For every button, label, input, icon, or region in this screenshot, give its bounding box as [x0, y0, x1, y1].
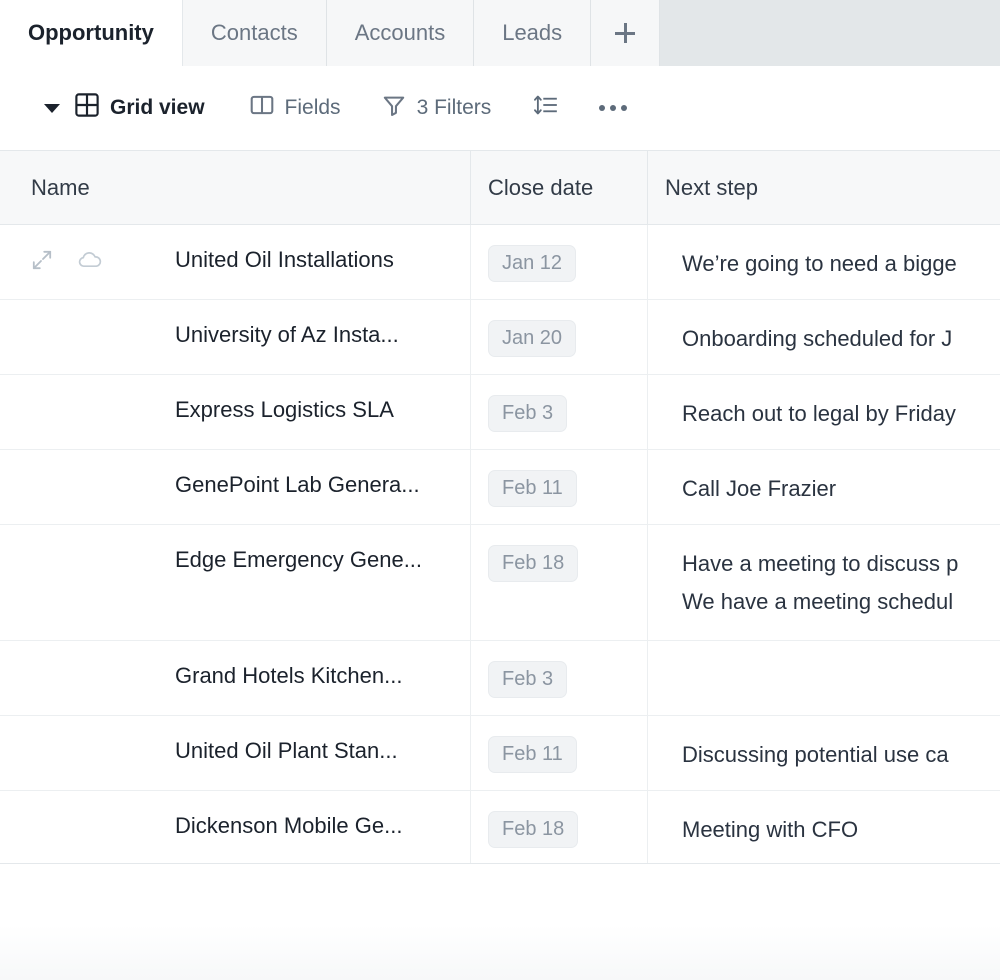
cell-next-step[interactable]: We’re going to need a bigge [648, 225, 1000, 299]
more-options-button[interactable] [599, 88, 627, 128]
date-pill[interactable]: Feb 3 [488, 395, 567, 432]
cell-name[interactable]: Grand Hotels Kitchen... [0, 641, 471, 715]
grid-header-row: Name Close date Next step [0, 150, 1000, 225]
cell-close-date[interactable]: Feb 18 [471, 791, 648, 865]
funnel-icon [381, 92, 407, 124]
date-pill[interactable]: Jan 12 [488, 245, 576, 282]
columns-icon [249, 92, 275, 124]
tab-label: Opportunity [28, 20, 154, 46]
cloud-icon[interactable] [76, 246, 104, 279]
fields-label: Fields [285, 96, 341, 120]
opportunity-name: Grand Hotels Kitchen... [175, 661, 402, 691]
tab-leads[interactable]: Leads [474, 0, 591, 66]
ellipsis-icon [599, 105, 627, 111]
cell-name[interactable]: Edge Emergency Gene... [0, 525, 471, 640]
next-step-text: Meeting with CFO [665, 811, 858, 849]
tab-accounts[interactable]: Accounts [327, 0, 475, 66]
opportunity-name: University of Az Insta... [175, 320, 399, 350]
tab-label: Accounts [355, 20, 446, 46]
filters-button[interactable]: 3 Filters [381, 88, 492, 128]
cell-name[interactable]: United Oil Plant Stan... [0, 716, 471, 790]
date-pill[interactable]: Feb 3 [488, 661, 567, 698]
cell-next-step[interactable]: Meeting with CFO [648, 791, 1000, 865]
row-actions [30, 246, 104, 279]
cell-close-date[interactable]: Jan 12 [471, 225, 648, 299]
cell-next-step[interactable]: Have a meeting to discuss p We have a me… [648, 525, 1000, 640]
column-header-next-step[interactable]: Next step [648, 151, 1000, 224]
cell-next-step[interactable] [648, 641, 1000, 715]
tab-label: Contacts [211, 20, 298, 46]
grid-view-button[interactable]: Grid view [44, 88, 205, 128]
column-header-label: Name [31, 175, 90, 201]
cell-next-step[interactable]: Call Joe Frazier [648, 450, 1000, 524]
cell-close-date[interactable]: Feb 11 [471, 716, 648, 790]
table-row[interactable]: University of Az Insta... Jan 20 Onboard… [0, 300, 1000, 375]
opportunity-name: Dickenson Mobile Ge... [175, 811, 402, 841]
cell-next-step[interactable]: Reach out to legal by Friday [648, 375, 1000, 449]
column-header-label: Next step [665, 175, 758, 201]
table-row[interactable]: Express Logistics SLA Feb 3 Reach out to… [0, 375, 1000, 450]
opportunity-name: Edge Emergency Gene... [175, 545, 422, 575]
data-grid: Name Close date Next step [0, 150, 1000, 863]
view-toolbar: Grid view Fields 3 Filters [0, 66, 1000, 150]
caret-down-icon [44, 104, 60, 113]
opportunity-name: GenePoint Lab Genera... [175, 470, 420, 500]
column-header-label: Close date [488, 175, 593, 201]
row-height-button[interactable] [533, 88, 559, 128]
next-step-text: Reach out to legal by Friday [665, 395, 956, 433]
fields-button[interactable]: Fields [249, 88, 341, 128]
tab-contacts[interactable]: Contacts [183, 0, 327, 66]
opportunity-name: United Oil Plant Stan... [175, 736, 398, 766]
cell-close-date[interactable]: Jan 20 [471, 300, 648, 374]
date-pill[interactable]: Feb 11 [488, 470, 577, 507]
next-step-text: We’re going to need a bigge [665, 245, 957, 283]
opportunity-name: Express Logistics SLA [175, 395, 394, 425]
opportunity-name: United Oil Installations [175, 245, 394, 275]
date-pill[interactable]: Feb 18 [488, 545, 578, 582]
cell-close-date[interactable]: Feb 3 [471, 641, 648, 715]
add-tab-button[interactable] [591, 0, 660, 66]
grid-empty-area [0, 863, 1000, 980]
row-height-icon [533, 92, 559, 124]
next-step-text: Onboarding scheduled for J [665, 320, 952, 358]
date-pill[interactable]: Feb 11 [488, 736, 577, 773]
next-step-text: Call Joe Frazier [665, 470, 836, 508]
table-row[interactable]: United Oil Plant Stan... Feb 11 Discussi… [0, 716, 1000, 791]
cell-name[interactable]: GenePoint Lab Genera... [0, 450, 471, 524]
table-row[interactable]: Grand Hotels Kitchen... Feb 3 [0, 641, 1000, 716]
table-row[interactable]: Dickenson Mobile Ge... Feb 18 Meeting wi… [0, 791, 1000, 866]
table-row[interactable]: United Oil Installations Jan 12 We’re go… [0, 225, 1000, 300]
cell-close-date[interactable]: Feb 18 [471, 525, 648, 640]
cell-close-date[interactable]: Feb 11 [471, 450, 648, 524]
filters-label: 3 Filters [417, 96, 492, 120]
next-step-text: Discussing potential use ca [665, 736, 949, 774]
column-header-name[interactable]: Name [0, 151, 471, 224]
plus-icon [615, 23, 635, 43]
tab-label: Leads [502, 20, 562, 46]
cell-next-step[interactable]: Onboarding scheduled for J [648, 300, 1000, 374]
date-pill[interactable]: Feb 18 [488, 811, 578, 848]
grid-view-label: Grid view [110, 96, 205, 120]
cell-name[interactable]: Dickenson Mobile Ge... [0, 791, 471, 865]
cell-name[interactable]: United Oil Installations [0, 225, 471, 299]
next-step-text-line2: We have a meeting schedul [665, 583, 958, 621]
cell-name[interactable]: University of Az Insta... [0, 300, 471, 374]
app-root: Opportunity Contacts Accounts Leads [0, 0, 1000, 980]
date-pill[interactable]: Jan 20 [488, 320, 576, 357]
expand-icon[interactable] [30, 248, 54, 277]
tab-opportunity[interactable]: Opportunity [0, 0, 183, 66]
cell-close-date[interactable]: Feb 3 [471, 375, 648, 449]
tab-bar: Opportunity Contacts Accounts Leads [0, 0, 1000, 66]
next-step-text: Have a meeting to discuss p [665, 545, 958, 583]
grid-icon [74, 92, 100, 124]
bottom-fade [0, 925, 1000, 980]
table-row[interactable]: GenePoint Lab Genera... Feb 11 Call Joe … [0, 450, 1000, 525]
cell-name[interactable]: Express Logistics SLA [0, 375, 471, 449]
column-header-close-date[interactable]: Close date [471, 151, 648, 224]
table-row[interactable]: Edge Emergency Gene... Feb 18 Have a mee… [0, 525, 1000, 641]
cell-next-step[interactable]: Discussing potential use ca [648, 716, 1000, 790]
